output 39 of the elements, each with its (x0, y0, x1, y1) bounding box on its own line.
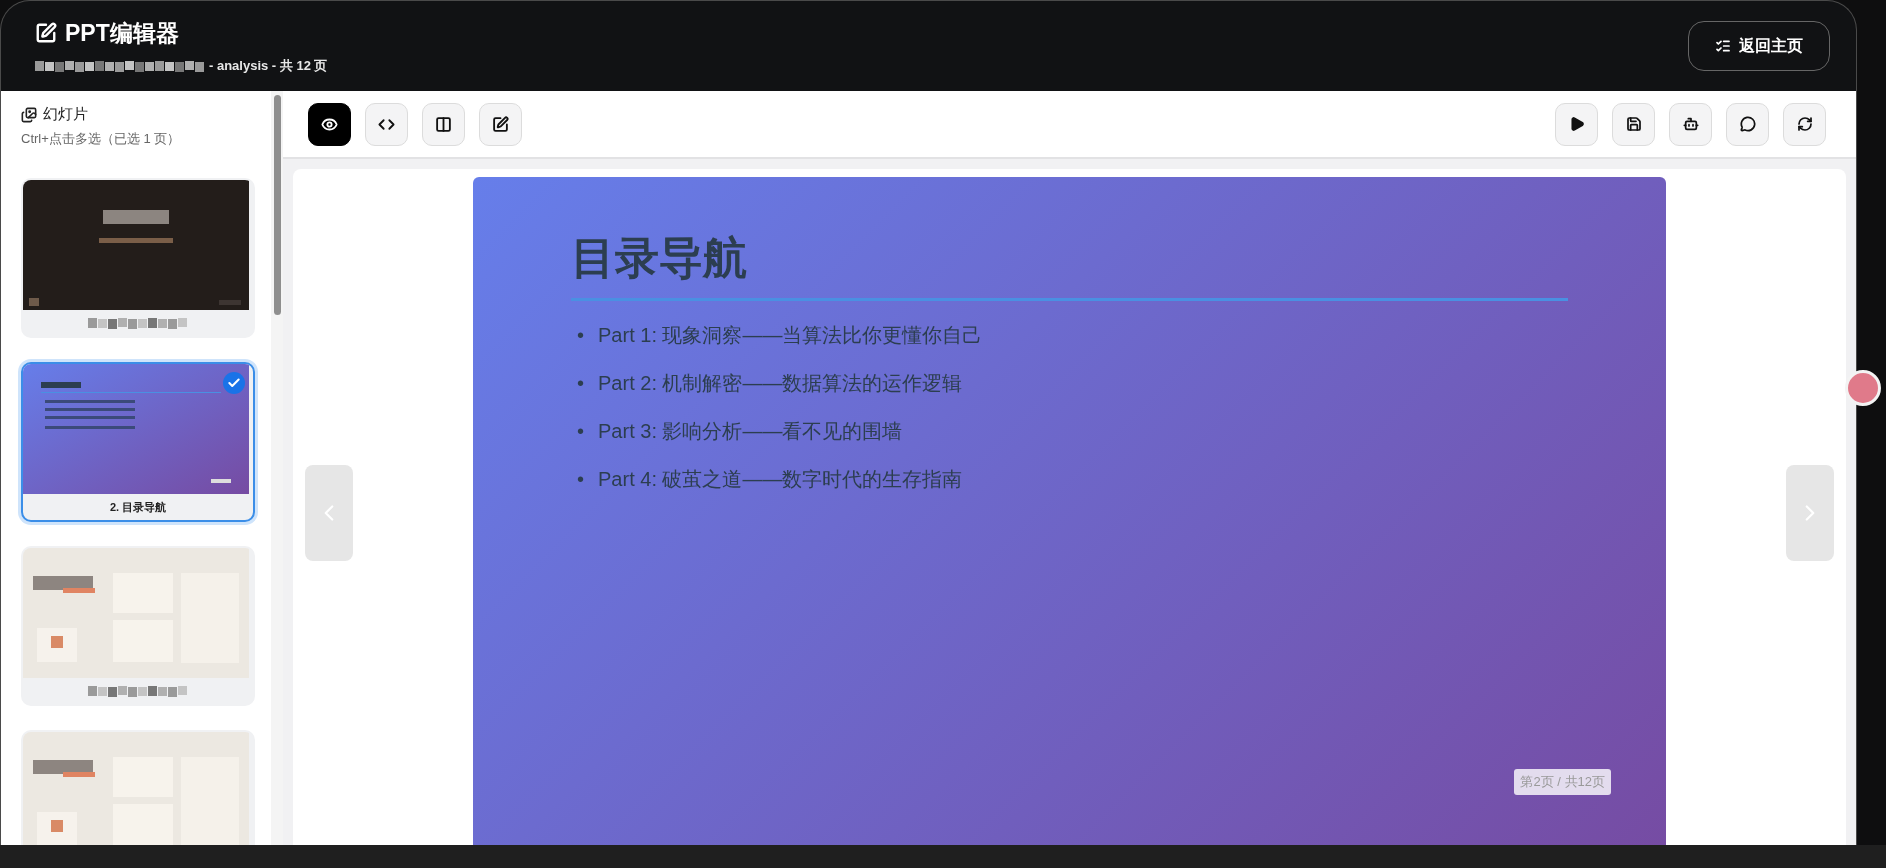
checklist-icon (1715, 38, 1731, 54)
sidebar-title: 幻灯片 (43, 105, 88, 124)
translate-icon[interactable] (1845, 370, 1881, 406)
comment-button[interactable] (1726, 102, 1769, 146)
bullet-marker: • (577, 419, 584, 443)
refresh-button[interactable] (1783, 102, 1826, 146)
play-icon (1568, 116, 1585, 132)
slide-thumbnail[interactable]: 2. 目录导航 (21, 362, 255, 522)
refresh-icon (1796, 116, 1813, 132)
preview-button[interactable] (308, 102, 351, 146)
slide-label: 2. 目录导航 (109, 499, 167, 515)
columns-icon (435, 115, 452, 133)
robot-icon (1682, 116, 1699, 132)
slide-bullet: Part 3: 影响分析——看不见的围墙 (598, 419, 903, 443)
slide-title: 目录导航 (571, 229, 1568, 301)
page-indicator: 第2页 / 共12页 (1514, 769, 1611, 795)
document-subtitle: - analysis - 共 12 页 (209, 56, 328, 75)
bullet-marker: • (577, 323, 584, 347)
images-icon (21, 106, 37, 123)
slide-bullet: Part 4: 破茧之道——数字时代的生存指南 (598, 467, 963, 491)
code-button[interactable] (365, 102, 408, 146)
back-home-button[interactable]: 返回主页 (1688, 21, 1830, 71)
save-icon (1625, 116, 1642, 132)
bullet-marker: • (577, 371, 584, 395)
comment-icon (1739, 116, 1756, 132)
edit-icon (492, 115, 509, 133)
slide-bullet: Part 2: 机制解密——数据算法的运作逻辑 (598, 371, 963, 395)
edit-icon (35, 22, 57, 44)
bullet-marker: • (577, 467, 584, 491)
edit-button[interactable] (479, 102, 522, 146)
slide-bullet: Part 1: 现象洞察——当算法比你更懂你自己 (598, 323, 983, 347)
split-view-button[interactable] (422, 102, 465, 146)
slide-thumbnail[interactable] (21, 546, 255, 706)
selection-hint: Ctrl+点击多选（已选 1 页） (21, 130, 182, 148)
slide-thumbnail[interactable] (21, 178, 255, 338)
robot-button[interactable] (1669, 102, 1712, 146)
app-title: PPT编辑器 (65, 18, 179, 48)
save-button[interactable] (1612, 102, 1655, 146)
play-button[interactable] (1555, 102, 1598, 146)
